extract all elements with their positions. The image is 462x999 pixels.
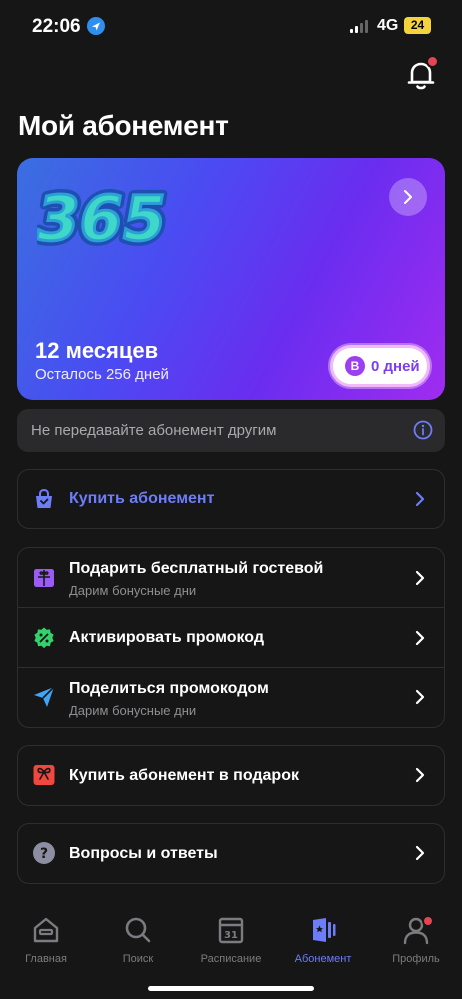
network-type: 4G bbox=[377, 17, 399, 34]
gift-group: Купить абонемент в подарок bbox=[17, 745, 445, 806]
svg-text:31: 31 bbox=[224, 930, 238, 941]
profile-notification-badge bbox=[422, 915, 434, 927]
tab-profile[interactable]: Профиль bbox=[370, 915, 462, 967]
tab-search-label: Поиск bbox=[122, 953, 154, 965]
tab-home-label: Главная bbox=[25, 953, 67, 965]
chevron-right-icon bbox=[415, 689, 425, 705]
question-icon: ? bbox=[33, 842, 55, 864]
tab-bar: Главная Поиск 31 Расписание Абонемент Пр… bbox=[0, 905, 462, 999]
buy-subscription-row[interactable]: Купить абонемент bbox=[18, 470, 444, 528]
faq-group: ? Вопросы и ответы bbox=[17, 823, 445, 884]
signal-icon bbox=[350, 19, 372, 33]
home-indicator bbox=[148, 986, 314, 991]
chevron-right-icon bbox=[415, 570, 425, 586]
battery-indicator: 24 bbox=[404, 17, 431, 34]
status-time: 22:06 bbox=[32, 16, 81, 37]
buy-gift-row[interactable]: Купить абонемент в подарок bbox=[18, 746, 444, 805]
calendar-icon: 31 bbox=[218, 917, 244, 944]
page-title: Мой абонемент bbox=[18, 110, 229, 141]
chevron-right-icon bbox=[415, 845, 425, 861]
chevron-right-icon bbox=[415, 630, 425, 646]
subscription-remaining: Осталось 256 дней bbox=[35, 366, 169, 383]
tab-search[interactable]: Поиск bbox=[92, 915, 184, 967]
share-promo-sub: Дарим бонусные дни bbox=[69, 703, 197, 718]
actions-group: Подарить бесплатный гостевой Дарим бонус… bbox=[17, 547, 445, 728]
activate-promo-label: Активировать промокод bbox=[69, 629, 265, 646]
share-promo-label: Поделиться промокодом bbox=[69, 680, 269, 697]
info-icon[interactable] bbox=[413, 420, 433, 440]
tab-membership-label: Абонемент bbox=[294, 953, 352, 965]
share-promo-row[interactable]: Поделиться промокодом Дарим бонусные дни bbox=[18, 668, 444, 727]
membership-card-icon bbox=[313, 918, 336, 942]
buy-group: Купить абонемент bbox=[17, 469, 445, 529]
transfer-notice: Не передавайте абонемент другим bbox=[17, 409, 445, 452]
home-icon bbox=[33, 917, 59, 943]
promo-badge-icon bbox=[34, 627, 54, 649]
svg-text:?: ? bbox=[40, 846, 48, 862]
search-icon bbox=[125, 917, 151, 943]
gift-icon bbox=[33, 765, 55, 785]
tab-membership[interactable]: Абонемент bbox=[277, 915, 369, 967]
buy-gift-label: Купить абонемент в подарок bbox=[69, 767, 299, 784]
notice-text: Не передавайте абонемент другим bbox=[31, 422, 277, 439]
gift-ticket-icon bbox=[34, 569, 54, 587]
faq-label: Вопросы и ответы bbox=[69, 845, 218, 862]
gift-guest-label: Подарить бесплатный гостевой bbox=[69, 560, 324, 577]
bonus-days-value: 0 дней bbox=[371, 357, 420, 375]
status-bar: 22:06 4G 24 bbox=[0, 0, 462, 52]
logo-365: 365 365 bbox=[37, 177, 177, 259]
bonus-badge-icon: В bbox=[345, 356, 365, 376]
tab-schedule[interactable]: 31 Расписание bbox=[185, 915, 277, 967]
screen: 22:06 4G 24 Мой абонемент 365 365 12 мес… bbox=[0, 0, 462, 999]
subscription-title: 12 месяцев bbox=[35, 338, 159, 363]
chevron-right-icon bbox=[404, 190, 412, 204]
tab-home[interactable]: Главная bbox=[0, 915, 92, 967]
buy-subscription-label: Купить абонемент bbox=[69, 490, 215, 507]
activate-promo-row[interactable]: Активировать промокод bbox=[18, 608, 444, 668]
gift-guest-row[interactable]: Подарить бесплатный гостевой Дарим бонус… bbox=[18, 548, 444, 608]
faq-row[interactable]: ? Вопросы и ответы bbox=[18, 824, 444, 883]
bonus-days-pill[interactable]: В 0 дней bbox=[330, 345, 430, 387]
svg-text:365: 365 bbox=[37, 182, 172, 254]
subscription-card[interactable]: 365 365 12 месяцев Осталось 256 дней В 0… bbox=[17, 158, 445, 400]
tab-schedule-label: Расписание bbox=[200, 953, 262, 965]
chevron-right-icon bbox=[415, 767, 425, 783]
location-arrow-icon bbox=[87, 17, 105, 35]
notification-badge bbox=[426, 55, 439, 68]
chevron-right-icon bbox=[415, 491, 425, 507]
gift-guest-sub: Дарим бонусные дни bbox=[69, 583, 197, 598]
paper-plane-icon bbox=[34, 686, 55, 707]
shopping-bag-icon bbox=[36, 488, 52, 508]
card-details-button[interactable] bbox=[389, 178, 427, 216]
tab-profile-label: Профиль bbox=[392, 953, 440, 965]
